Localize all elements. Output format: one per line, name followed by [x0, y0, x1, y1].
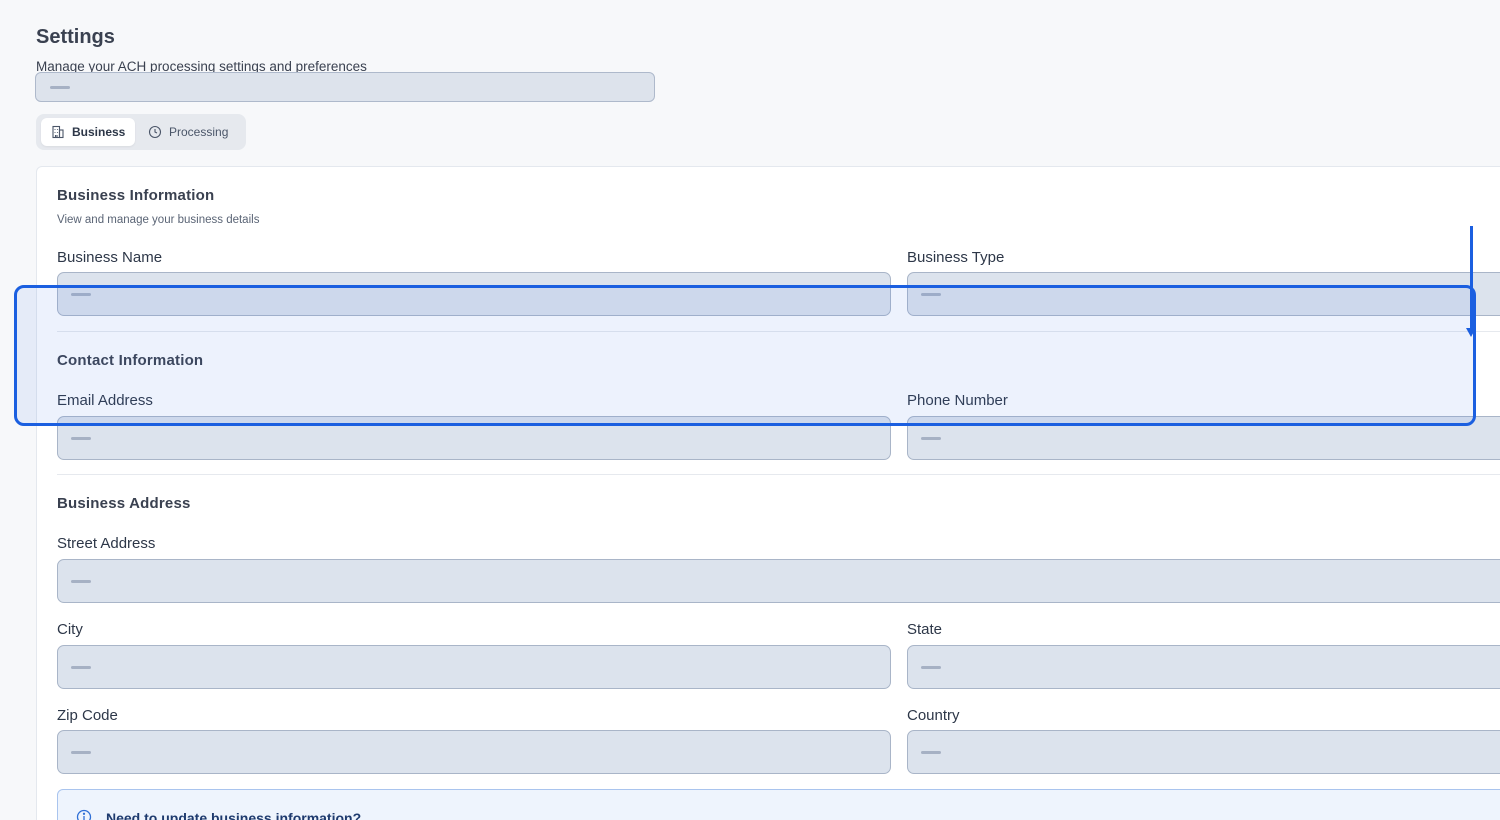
- business-name-label: Business Name: [57, 249, 163, 266]
- empty-value-dash: [921, 666, 941, 669]
- street-address-field[interactable]: [57, 559, 1500, 603]
- scroll-arrow-line: [1470, 226, 1473, 328]
- section-divider: [57, 474, 1500, 475]
- page-title: Settings: [36, 26, 115, 48]
- info-icon: [76, 809, 92, 820]
- business-type-label: Business Type: [907, 249, 1005, 266]
- clock-icon: [148, 125, 162, 139]
- country-field[interactable]: [907, 730, 1500, 774]
- street-address-label: Street Address: [57, 535, 156, 552]
- tab-processing[interactable]: Processing: [138, 118, 238, 146]
- empty-value-dash: [71, 437, 91, 440]
- empty-value-dash: [50, 86, 70, 89]
- tab-business-label: Business: [72, 125, 126, 139]
- update-info-notice: Need to update business information?: [57, 789, 1500, 820]
- empty-value-dash: [71, 666, 91, 669]
- empty-value-dash: [71, 751, 91, 754]
- focus-highlight-box: [14, 285, 1476, 426]
- arrow-down-icon: [1466, 328, 1476, 337]
- tab-processing-label: Processing: [169, 125, 229, 139]
- business-information-description: View and manage your business details: [57, 214, 260, 226]
- state-field[interactable]: [907, 645, 1500, 689]
- business-address-title: Business Address: [57, 495, 191, 512]
- building-icon: [52, 125, 64, 139]
- state-label: State: [907, 621, 943, 638]
- settings-tabs: Business Processing: [36, 114, 246, 150]
- business-settings-card: [36, 166, 1500, 820]
- city-field[interactable]: [57, 645, 891, 689]
- zip-code-label: Zip Code: [57, 707, 118, 724]
- empty-value-dash: [921, 751, 941, 754]
- country-label: Country: [907, 707, 960, 724]
- tab-business[interactable]: Business: [41, 118, 136, 146]
- notice-title: Need to update business information?: [106, 810, 362, 820]
- empty-value-dash: [71, 580, 91, 583]
- business-information-title: Business Information: [57, 187, 215, 204]
- city-label: City: [57, 621, 83, 638]
- top-input-field[interactable]: [35, 72, 655, 102]
- zip-code-field[interactable]: [57, 730, 891, 774]
- empty-value-dash: [921, 437, 941, 440]
